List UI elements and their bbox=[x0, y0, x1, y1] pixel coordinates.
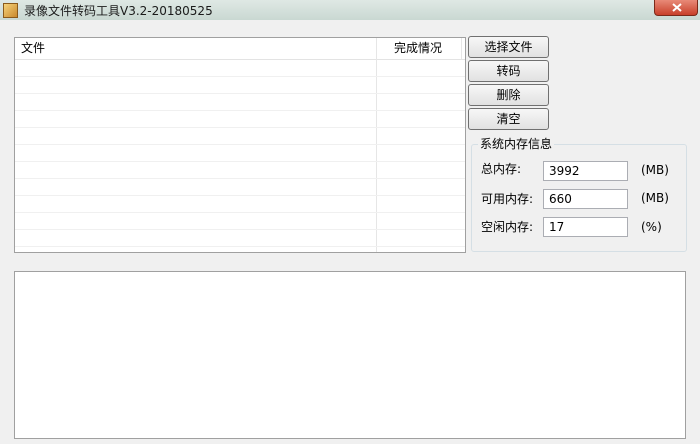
transcode-button[interactable]: 转码 bbox=[468, 60, 549, 82]
free-memory-unit: (%) bbox=[641, 220, 662, 234]
delete-button[interactable]: 删除 bbox=[468, 84, 549, 106]
free-memory-field[interactable]: 17 bbox=[543, 217, 628, 237]
row-gridline bbox=[15, 76, 465, 77]
window-title: 录像文件转码工具V3.2-20180525 bbox=[24, 4, 213, 18]
available-memory-unit: (MB) bbox=[641, 191, 669, 205]
free-memory-label: 空闲内存: bbox=[481, 220, 534, 234]
column-header-file[interactable]: 文件 bbox=[21, 38, 45, 59]
close-button[interactable] bbox=[654, 0, 698, 16]
clear-button[interactable]: 清空 bbox=[468, 108, 549, 130]
total-memory-field[interactable]: 3992 bbox=[543, 161, 628, 181]
row-gridline bbox=[15, 195, 465, 196]
close-icon bbox=[672, 3, 682, 12]
app-icon bbox=[3, 3, 18, 18]
total-memory-unit: (MB) bbox=[641, 163, 669, 177]
row-gridline bbox=[15, 229, 465, 230]
memory-group-title: 系统内存信息 bbox=[478, 137, 555, 151]
row-gridline bbox=[15, 161, 465, 162]
total-memory-label: 总内存: bbox=[481, 162, 522, 176]
file-list[interactable]: 文件 完成情况 bbox=[14, 37, 466, 253]
select-file-button[interactable]: 选择文件 bbox=[468, 36, 549, 58]
column-divider bbox=[376, 38, 377, 252]
row-gridline bbox=[15, 178, 465, 179]
row-gridline bbox=[15, 212, 465, 213]
available-memory-field[interactable]: 660 bbox=[543, 189, 628, 209]
title-bar: 录像文件转码工具V3.2-20180525 bbox=[0, 0, 700, 20]
column-header-status[interactable]: 完成情况 bbox=[394, 38, 442, 59]
header-divider bbox=[461, 38, 462, 59]
row-gridline bbox=[15, 127, 465, 128]
list-header: 文件 完成情况 bbox=[15, 38, 465, 60]
row-gridline bbox=[15, 110, 465, 111]
row-gridline bbox=[15, 93, 465, 94]
row-gridline bbox=[15, 246, 465, 247]
log-output-area[interactable] bbox=[14, 271, 686, 439]
row-gridline bbox=[15, 144, 465, 145]
client-area: 文件 完成情况 选择文件 转码 删除 清空 系统内存信息 总内存: 3992 (… bbox=[0, 20, 700, 444]
available-memory-label: 可用内存: bbox=[481, 192, 534, 206]
